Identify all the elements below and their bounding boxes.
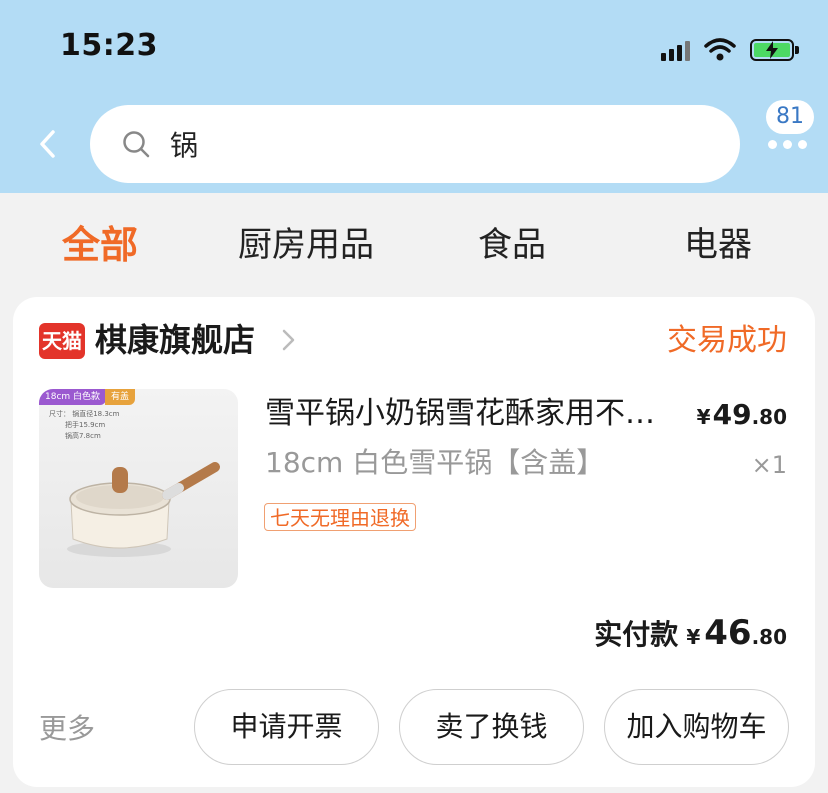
tab-food[interactable]: 食品 [478,210,546,280]
actual-payment: 实付款 ¥ 46 .80 [594,613,787,653]
search-query: 锅 [170,129,199,162]
battery-charging-icon [750,39,799,61]
shop-name[interactable]: 棋康旗舰店 [95,317,255,363]
order-card: 天猫 棋康旗舰店 交易成功 18cm 白色款 有盖 尺寸： 锅直径18.3cm … [13,297,815,787]
paid-label: 实付款 [594,618,679,651]
chevron-left-icon [40,130,55,158]
status-time: 15:23 [60,28,158,63]
category-tabs: 全部 厨房用品 食品 电器 [0,210,828,280]
request-invoice-button[interactable]: 申请开票 [194,689,379,765]
product-price: ¥49.80 [696,398,787,431]
back-button[interactable] [32,124,62,164]
add-to-cart-button[interactable]: 加入购物车 [604,689,789,765]
more-menu-button[interactable]: 81 [760,100,822,160]
tmall-logo: 天猫 [39,323,85,359]
more-options-link[interactable]: 更多 [39,707,95,747]
product-quantity: ×1 [751,451,787,479]
saucepan-illustration [67,462,220,557]
more-dots-icon [768,140,807,149]
message-count-badge: 81 [766,100,814,134]
product-title[interactable]: 雪平锅小奶锅雪花酥家用不粘锅 [265,393,683,435]
status-icons [661,34,799,66]
product-variant: 18cm 白色雪平锅【含盖】 [265,446,605,479]
resell-button[interactable]: 卖了换钱 [399,689,584,765]
tab-appliances[interactable]: 电器 [684,210,752,280]
wifi-icon [704,38,736,61]
search-input[interactable]: 锅 [90,105,740,183]
return-policy-badge: 七天无理由退换 [264,503,416,531]
top-bar: 15:23 锅 81 [0,0,828,193]
chevron-right-icon[interactable] [279,325,299,355]
search-icon [122,129,152,159]
cellular-signal-icon [661,39,690,61]
tab-kitchen[interactable]: 厨房用品 [238,210,374,280]
tab-all[interactable]: 全部 [62,210,138,280]
order-status: 交易成功 [667,323,787,358]
product-image[interactable]: 18cm 白色款 有盖 尺寸： 锅直径18.3cm 把手15.9cm 锅高7.8… [39,389,238,588]
